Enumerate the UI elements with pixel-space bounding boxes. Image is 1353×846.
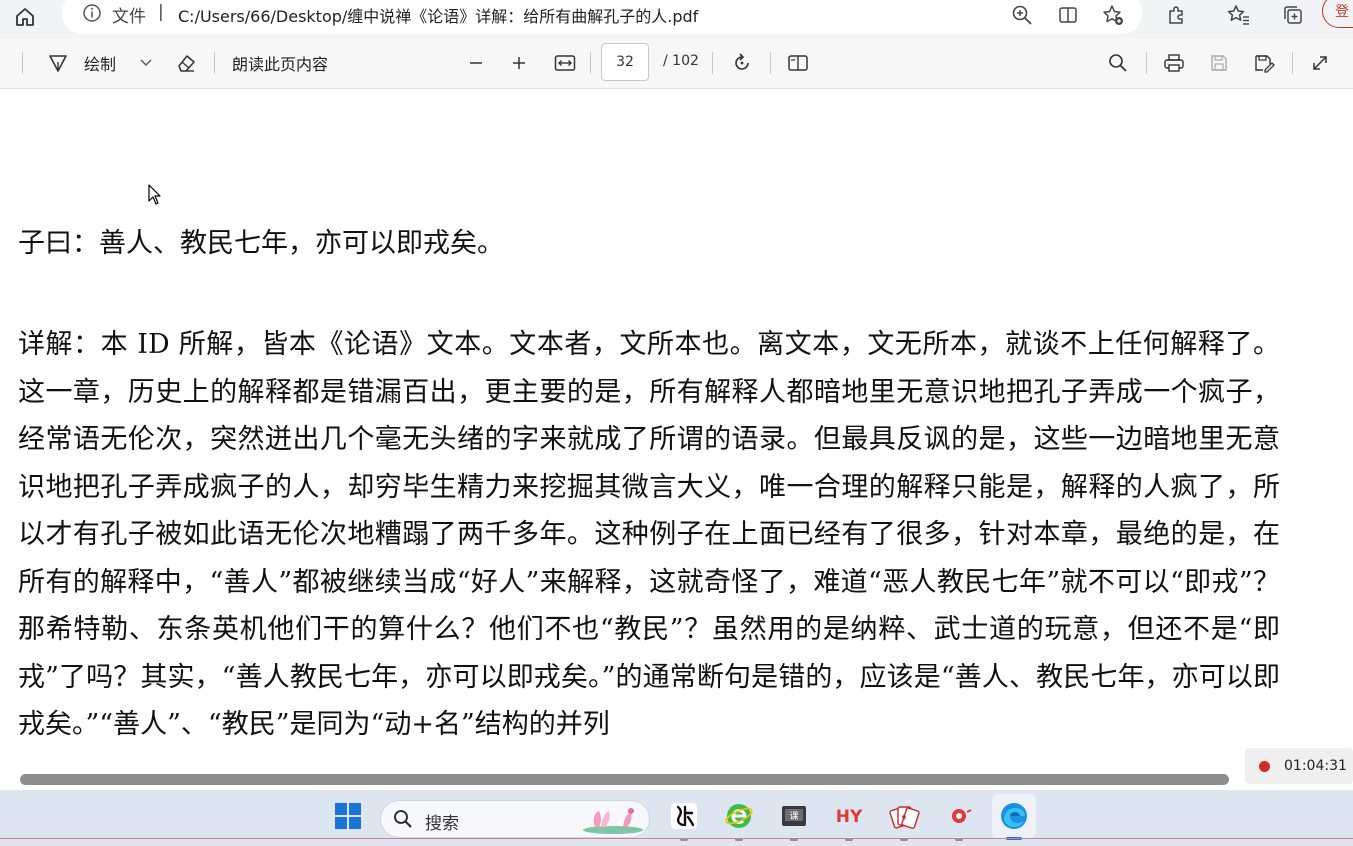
favorite-add-icon[interactable] bbox=[1100, 2, 1126, 28]
mouse-cursor-icon bbox=[148, 184, 161, 205]
calligraphy-app-icon bbox=[671, 803, 697, 829]
search-placeholder: 搜索 bbox=[425, 814, 459, 834]
zoom-in-icon[interactable] bbox=[507, 38, 531, 88]
browser-address-bar: 文件 | C:/Users/66/Desktop/缠中说禅《论语》详解：给所有曲… bbox=[0, 0, 1353, 38]
pdf-page: 子曰：善人、教民七年，亦可以即戎矣。 详解：本 ID 所解，皆本《论语》文本。文… bbox=[0, 89, 1353, 771]
toolbar-divider bbox=[770, 52, 771, 74]
find-icon[interactable] bbox=[1104, 38, 1132, 88]
toolbar-divider bbox=[22, 52, 23, 74]
recording-badge: 01:04:31 bbox=[1245, 748, 1353, 784]
screen-recorder-icon bbox=[952, 809, 972, 823]
toolbar-divider bbox=[590, 52, 591, 74]
edge-browser-icon bbox=[1001, 803, 1027, 829]
playing-cards-icon bbox=[889, 806, 920, 829]
info-icon[interactable] bbox=[82, 3, 102, 23]
search-icon bbox=[394, 810, 412, 828]
file-scheme-label: 文件 bbox=[112, 7, 146, 27]
explanation-paragraph: 详解：本 ID 所解，皆本《论语》文本。文本者，文所本也。离文本，文无所本，就谈… bbox=[18, 329, 1280, 740]
collections-icon[interactable] bbox=[1280, 2, 1306, 28]
home-button[interactable] bbox=[8, 2, 42, 32]
taskbar-app-cards[interactable] bbox=[884, 796, 924, 841]
svg-text:HY: HY bbox=[836, 807, 863, 827]
url-text[interactable]: C:/Users/66/Desktop/缠中说禅《论语》详解：给所有曲解孔子的人… bbox=[178, 3, 698, 27]
read-aloud-label: 朗读此页内容 bbox=[232, 55, 329, 74]
svg-text:课: 课 bbox=[789, 811, 798, 822]
draw-label: 绘制 bbox=[83, 55, 116, 74]
toolbar-divider bbox=[214, 52, 215, 74]
taskbar-app-course[interactable]: 课 bbox=[774, 796, 814, 841]
page-total: / 102 bbox=[663, 53, 699, 69]
draw-icon[interactable] bbox=[44, 38, 72, 88]
page-view-icon[interactable] bbox=[784, 38, 812, 88]
chevron-down-icon[interactable] bbox=[136, 38, 156, 88]
taskbar-accent-line bbox=[0, 838, 1353, 839]
record-icon bbox=[1259, 760, 1270, 772]
draw-button[interactable]: 绘制 bbox=[80, 38, 120, 88]
taskbar-app-hy[interactable]: HY bbox=[829, 796, 869, 841]
recording-time: 01:04:31 bbox=[1284, 758, 1347, 774]
login-button[interactable]: 登 bbox=[1322, 0, 1353, 28]
toolbar-divider bbox=[712, 52, 713, 74]
fit-width-icon[interactable] bbox=[551, 38, 579, 88]
taskbar-app-browser-green[interactable] bbox=[719, 796, 759, 841]
pdf-toolbar: 绘制 朗读此页内容 32 / 102 bbox=[0, 38, 1353, 89]
save-as-icon[interactable] bbox=[1250, 38, 1278, 88]
extensions-icon[interactable] bbox=[1163, 2, 1189, 28]
save-icon[interactable] bbox=[1205, 38, 1233, 88]
start-button[interactable] bbox=[328, 796, 368, 836]
green-e-browser-icon bbox=[725, 804, 753, 828]
course-app-icon: 课 bbox=[782, 806, 806, 826]
rotate-icon[interactable] bbox=[728, 38, 756, 88]
page-number-input[interactable]: 32 bbox=[601, 43, 649, 81]
screen: 文件 | C:/Users/66/Desktop/缠中说禅《论语》详解：给所有曲… bbox=[0, 0, 1353, 846]
reading-view-icon[interactable] bbox=[1055, 2, 1081, 28]
home-icon bbox=[16, 8, 34, 26]
toolbar-divider bbox=[1146, 52, 1147, 74]
taskbar-app-recorder[interactable] bbox=[939, 796, 979, 841]
fullscreen-icon[interactable] bbox=[1306, 38, 1334, 88]
hy-app-icon: HY bbox=[836, 807, 863, 827]
lotus-decoration-icon bbox=[583, 808, 643, 834]
toolbar-divider bbox=[1292, 52, 1293, 74]
taskbar-app-edge[interactable] bbox=[992, 794, 1036, 840]
zoom-icon[interactable] bbox=[1009, 2, 1035, 28]
horizontal-scrollbar[interactable] bbox=[20, 774, 1229, 785]
chapter-quote: 子曰：善人、教民七年，亦可以即戎矣。 bbox=[18, 228, 504, 259]
taskbar-app-calligraphy[interactable] bbox=[664, 796, 704, 841]
read-aloud-button[interactable]: 朗读此页内容 bbox=[232, 38, 344, 88]
print-icon[interactable] bbox=[1160, 38, 1188, 88]
url-separator: | bbox=[158, 2, 164, 22]
favorites-icon[interactable] bbox=[1225, 2, 1251, 28]
taskbar-search[interactable]: 搜索 bbox=[380, 800, 650, 838]
eraser-icon[interactable] bbox=[172, 38, 200, 88]
zoom-out-icon[interactable] bbox=[464, 38, 488, 88]
windows-icon bbox=[335, 803, 361, 829]
